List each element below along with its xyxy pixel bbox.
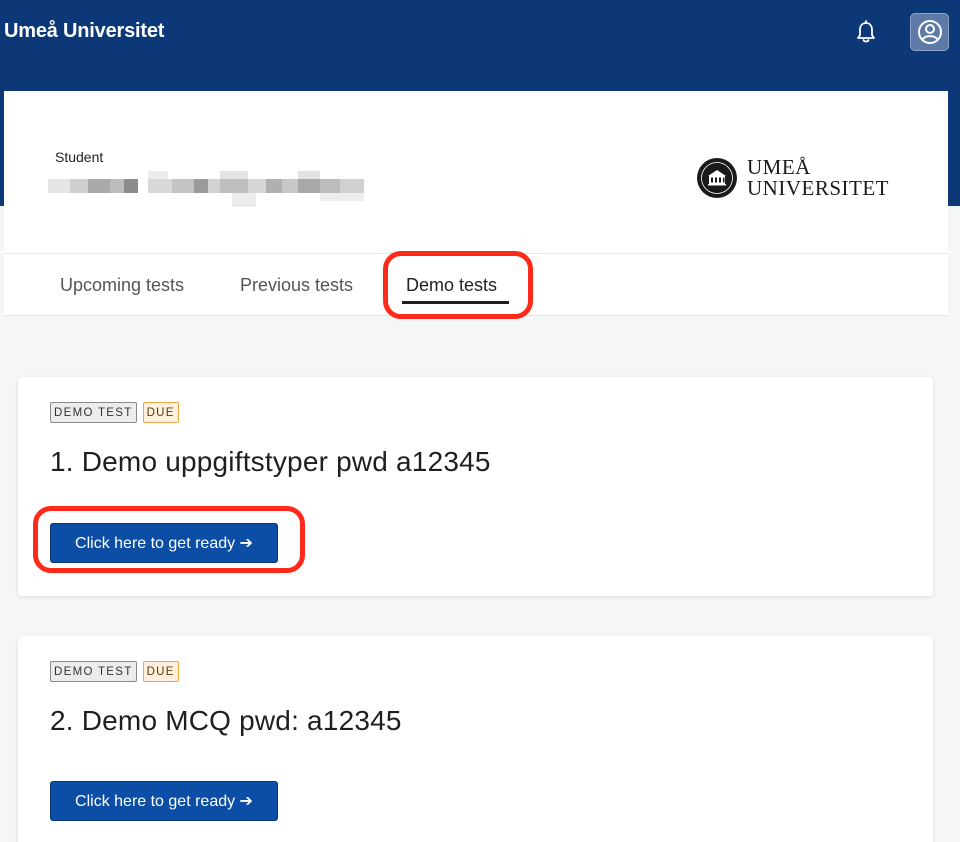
user-circle-icon bbox=[917, 20, 942, 44]
demo-test-badge: DEMO TEST bbox=[50, 402, 137, 423]
test-card: DEMO TEST DUE 2. Demo MCQ pwd: a12345 Cl… bbox=[18, 636, 933, 842]
demo-test-badge: DEMO TEST bbox=[50, 661, 137, 682]
test-card: DEMO TEST DUE 1. Demo uppgiftstyper pwd … bbox=[18, 377, 933, 596]
logo-line-1: UMEÅ bbox=[747, 155, 811, 179]
tab-demo-tests[interactable]: Demo tests bbox=[406, 275, 497, 296]
university-seal-icon bbox=[697, 158, 737, 198]
university-logo: UMEÅ UNIVERSITET bbox=[696, 157, 889, 199]
get-ready-button[interactable]: Click here to get ready ➔ bbox=[50, 781, 278, 821]
main-panel: Student UMEÅ UNIVERSITET Upcoming tests … bbox=[4, 91, 948, 842]
profile-header: Student UMEÅ UNIVERSITET bbox=[4, 91, 948, 254]
bell-icon[interactable] bbox=[852, 18, 880, 46]
test-title: 2. Demo MCQ pwd: a12345 bbox=[50, 705, 402, 736]
due-status-badge: DUE bbox=[142, 661, 179, 682]
brand-title[interactable]: Umeå Universitet bbox=[4, 20, 164, 43]
tab-upcoming-tests[interactable]: Upcoming tests bbox=[60, 275, 184, 296]
active-tab-indicator bbox=[402, 301, 509, 304]
test-title: 1. Demo uppgiftstyper pwd a12345 bbox=[50, 446, 491, 477]
student-role-label: Student bbox=[55, 149, 104, 165]
test-tabs: Upcoming tests Previous tests Demo tests bbox=[4, 254, 948, 316]
due-status-badge: DUE bbox=[142, 402, 179, 423]
logo-line-2: UNIVERSITET bbox=[747, 176, 889, 200]
get-ready-button[interactable]: Click here to get ready ➔ bbox=[50, 523, 278, 563]
redacted-student-name bbox=[48, 171, 364, 215]
user-profile-button[interactable] bbox=[910, 13, 949, 51]
tab-previous-tests[interactable]: Previous tests bbox=[240, 275, 353, 296]
